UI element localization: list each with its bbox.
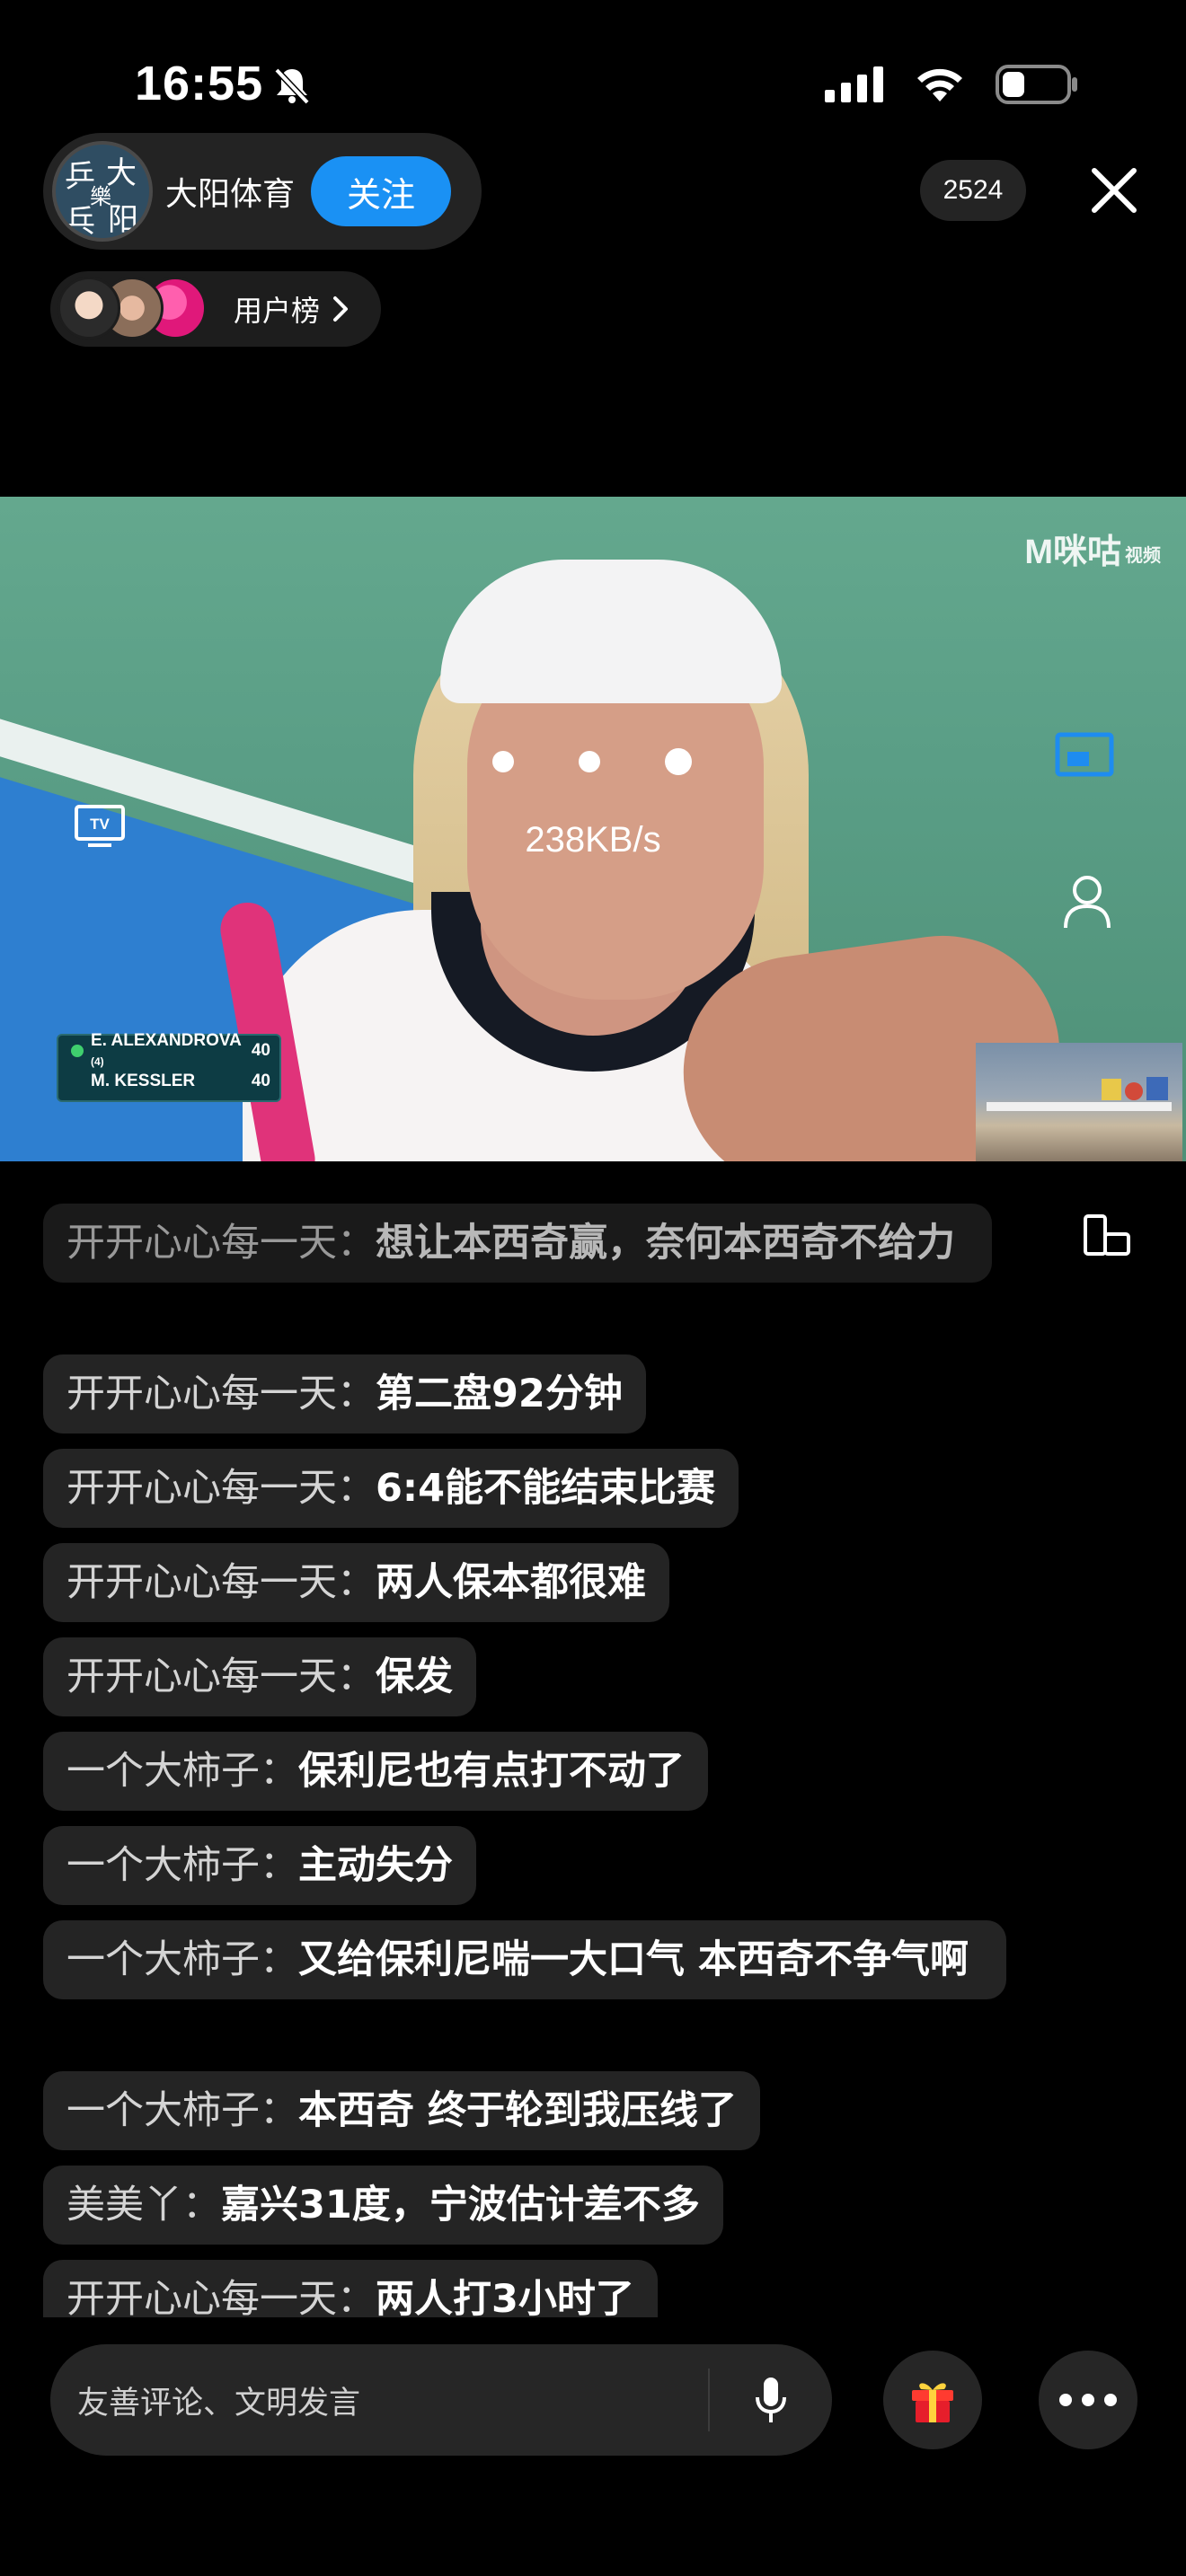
camera-thumbnail[interactable] xyxy=(976,1043,1182,1161)
user-ranking[interactable]: 用户榜 xyxy=(50,271,381,347)
chat-area[interactable]: 开开心心每一天：想让本西奇赢，奈何本西奇不给力 开开心心每一天：第二盘92分钟 … xyxy=(0,1159,1186,2317)
microphone-icon xyxy=(756,2378,786,2422)
viewer-count[interactable]: 2524 xyxy=(920,160,1026,221)
loading-indicator xyxy=(492,748,692,775)
more-options-button[interactable] xyxy=(1039,2351,1137,2449)
gift-icon xyxy=(912,2383,953,2422)
player-name: E. ALEXANDROVA (4) xyxy=(91,1031,242,1068)
chat-list: 开开心心每一天：想让本西奇赢，奈何本西奇不给力 开开心心每一天：第二盘92分钟 … xyxy=(43,1159,1013,2317)
status-indicators xyxy=(825,65,1078,104)
chat-message: 一个大柿子：本西奇 终于轮到我压线了 xyxy=(43,2071,760,2150)
thumb-item xyxy=(1125,1082,1143,1100)
avatar-glyph: 阳 xyxy=(108,202,138,238)
network-speed: 238KB/s xyxy=(525,820,661,860)
logo-sub: 视频 xyxy=(1125,546,1161,567)
video-player[interactable]: M咪咕 视频 238KB/s TV E. ALEXANDROVA (4) 40 M… xyxy=(0,497,1186,1161)
more-dot xyxy=(1059,2394,1072,2406)
chat-message: 开开心心每一天：保发 xyxy=(43,1637,476,1716)
chat-message: 开开心心每一天：两人打3小时了 xyxy=(43,2260,658,2317)
tv-cast-icon[interactable]: TV xyxy=(74,804,126,849)
chevron-right-icon xyxy=(333,296,349,322)
scoreboard: E. ALEXANDROVA (4) 40 M. KESSLER 40 xyxy=(57,1031,281,1102)
logo-text: M咪咕 xyxy=(1024,534,1121,571)
chat-message: 美美丫：嘉兴31度，宁波估计差不多 xyxy=(43,2166,723,2245)
chat-message: 开开心心每一天：两人保本都很难 xyxy=(43,1543,669,1622)
status-time: 16:55 xyxy=(135,57,264,110)
more-dot xyxy=(1104,2394,1117,2406)
chat-message: 开开心心每一天：想让本西奇赢，奈何本西奇不给力 xyxy=(43,1204,992,1283)
wifi-icon xyxy=(917,68,962,101)
score-row: M. KESSLER 40 xyxy=(58,1066,279,1097)
thumb-item xyxy=(1146,1077,1168,1100)
score-row: E. ALEXANDROVA (4) 40 xyxy=(58,1031,279,1068)
ranking-label: 用户榜 xyxy=(234,294,321,328)
loading-dot xyxy=(665,748,692,775)
player-name: M. KESSLER xyxy=(91,1072,196,1090)
picture-in-picture-icon[interactable] xyxy=(1055,732,1114,777)
chat-message: 开开心心每一天：第二盘92分钟 xyxy=(43,1354,646,1434)
signal-icon xyxy=(825,66,883,102)
close-icon[interactable] xyxy=(1085,162,1143,219)
voice-button[interactable] xyxy=(710,2344,832,2456)
gift-button[interactable] xyxy=(883,2351,982,2449)
streamer-name: 大阳体育 xyxy=(165,176,296,213)
chat-message: 一个大柿子：又给保利尼喘一大口气 本西奇不争气啊 xyxy=(43,1920,1006,1999)
more-dot xyxy=(1082,2394,1094,2406)
follow-button[interactable]: 关注 xyxy=(311,156,452,226)
chat-message: 一个大柿子：保利尼也有点打不动了 xyxy=(43,1732,708,1811)
chat-message: 开开心心每一天：6:4能不能结束比赛 xyxy=(43,1449,739,1528)
streamer-info[interactable]: 乒 大 樂 乓 阳 大阳体育 关注 xyxy=(43,133,482,250)
comment-placeholder: 友善评论、文明发言 xyxy=(77,2385,361,2422)
player-score: 40 xyxy=(251,1072,270,1090)
player-visor xyxy=(440,560,782,703)
player-score: 40 xyxy=(251,1041,270,1060)
serve-indicator-icon xyxy=(71,1045,84,1057)
ranking-avatars xyxy=(58,277,210,341)
loading-dot xyxy=(579,751,600,772)
avatar xyxy=(58,277,120,340)
thumb-shelf xyxy=(987,1102,1172,1111)
bell-muted-icon xyxy=(274,67,310,105)
chat-message: 一个大柿子：主动失分 xyxy=(43,1826,476,1905)
loading-dot xyxy=(492,751,514,772)
migu-logo: M咪咕 视频 xyxy=(1024,524,1161,573)
streamer-avatar[interactable]: 乒 大 樂 乓 阳 xyxy=(52,141,153,242)
thumb-item xyxy=(1102,1079,1121,1100)
tv-label: TV xyxy=(90,816,110,833)
comment-input[interactable]: 友善评论、文明发言 xyxy=(50,2344,832,2456)
avatar-glyph: 乓 xyxy=(65,204,95,240)
person-icon[interactable] xyxy=(1062,874,1112,930)
battery-icon xyxy=(996,65,1077,104)
